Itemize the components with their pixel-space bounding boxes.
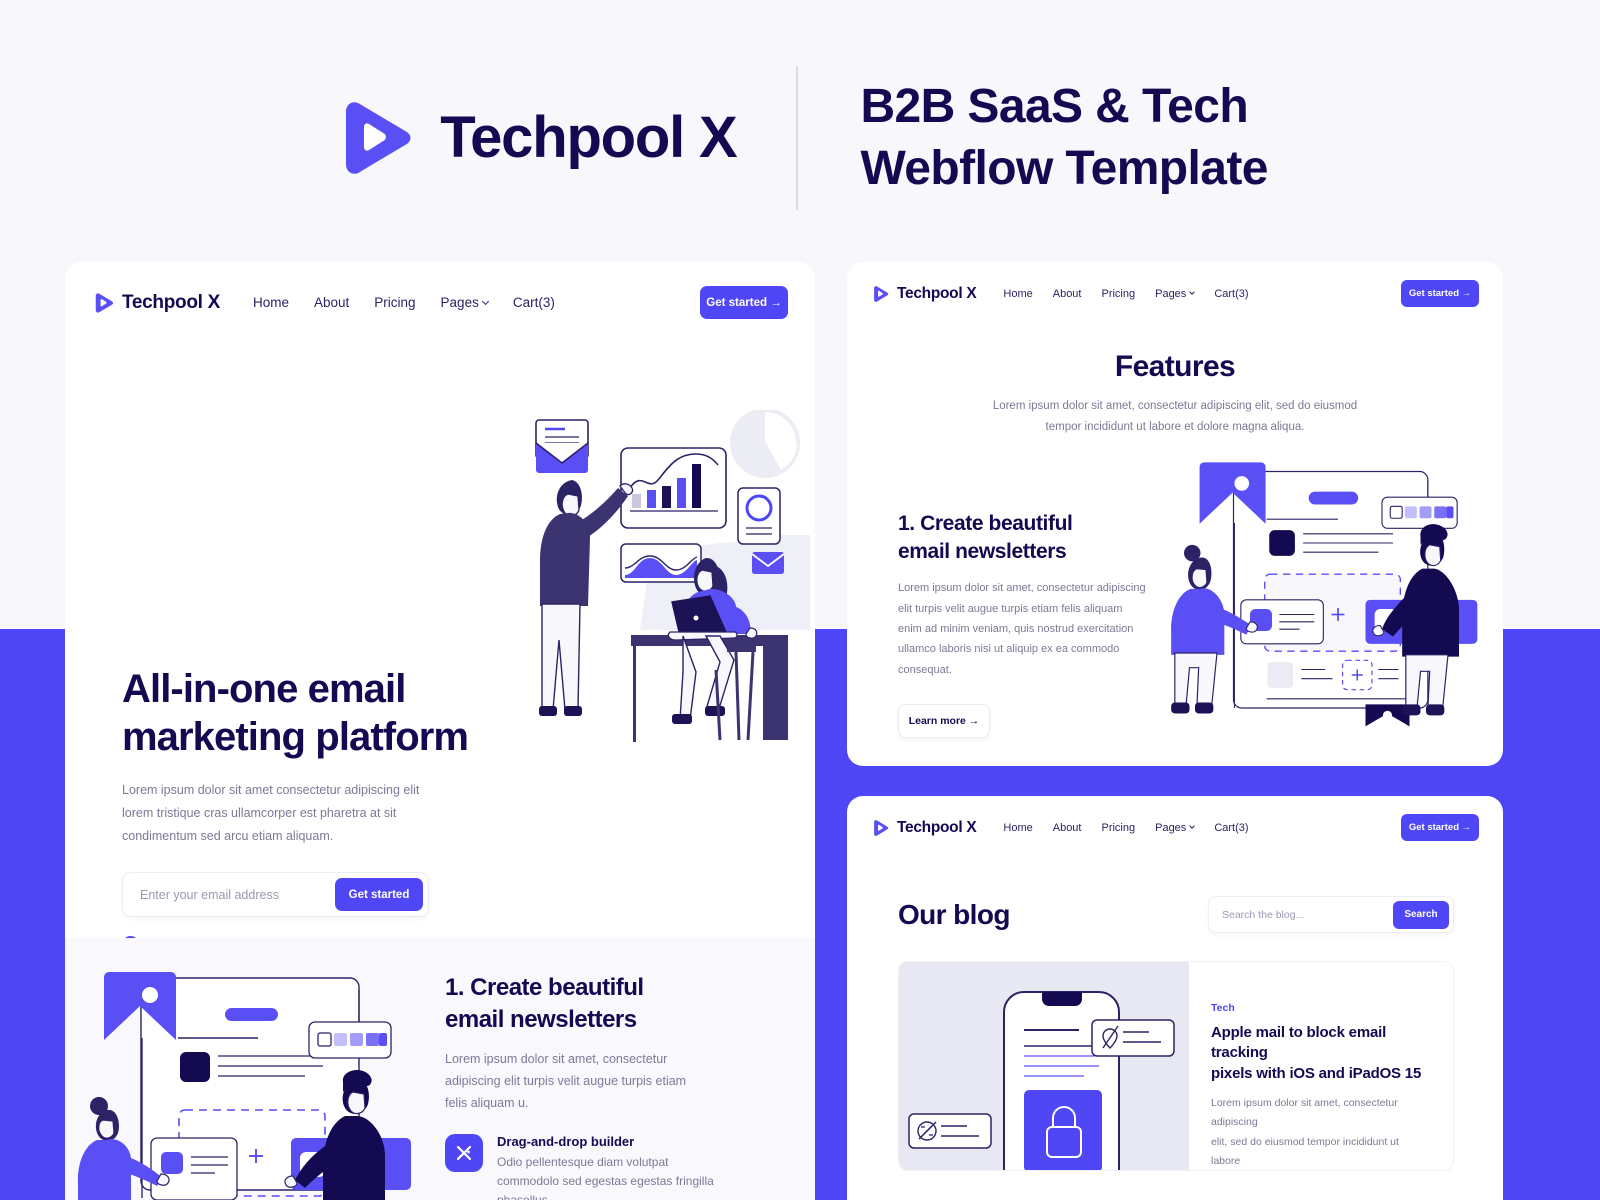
drag-drop-icon	[445, 1134, 483, 1173]
hero-section: All-in-one email marketing platform Lore…	[65, 320, 815, 954]
navbar-brand[interactable]: Techpool X	[871, 284, 977, 303]
get-started-button[interactable]: Get started →	[700, 286, 788, 319]
nav-link-home[interactable]: Home	[253, 295, 289, 310]
features-page-preview-card: Techpool X Home About Pricing Pages Cart…	[847, 262, 1503, 766]
play-triangle-icon	[874, 819, 889, 836]
page-title: B2B SaaS & Tech Webflow Template	[860, 80, 1268, 195]
nav-link-cart[interactable]: Cart(3)	[1214, 822, 1248, 834]
features-detail-heading: 1. Create beautiful email newsletters	[898, 512, 1073, 563]
get-started-button[interactable]: Get started →	[1401, 280, 1479, 307]
play-triangle-icon	[332, 97, 414, 179]
hero-get-started-button[interactable]: Get started	[335, 878, 423, 912]
blog-post-excerpt: Lorem ipsum dolor sit amet, consectetur …	[1211, 1096, 1399, 1168]
nav-link-label: Home	[1003, 821, 1033, 834]
nav-link-label: About	[1052, 821, 1082, 834]
get-started-button[interactable]: Get started →	[1401, 814, 1479, 841]
nav-link-label: Pages	[1155, 287, 1187, 300]
nav-link-about[interactable]: About	[314, 295, 349, 310]
nav-link-label: Cart(3)	[1214, 287, 1249, 300]
feature-item: Drag-and-drop builder Odio pellentesque …	[445, 1134, 755, 1200]
nav-link-label: Pricing	[374, 295, 416, 310]
blog-page-title: Our blog	[898, 898, 1010, 930]
nav-link-cart[interactable]: Cart(3)	[1214, 288, 1248, 300]
chevron-down-icon	[1189, 289, 1196, 295]
header-brand-lockup: Techpool X	[332, 97, 796, 179]
navbar: Techpool X Home About Pricing Pages Cart…	[847, 796, 1503, 841]
nav-link-label: Cart(3)	[512, 295, 555, 310]
nav-link-label: Pricing	[1101, 821, 1136, 834]
blog-post-card[interactable]: Tech Apple mail to block email tracking …	[898, 961, 1454, 1171]
hero-heading: All-in-one email marketing platform	[122, 667, 469, 759]
blog-search-bar: Search	[1208, 896, 1454, 933]
nav-link-label: Pages	[440, 295, 479, 310]
nav-link-about[interactable]: About	[1053, 822, 1082, 834]
features-page-title: Features	[1114, 350, 1236, 383]
navbar-brand-name: Techpool X	[897, 818, 977, 836]
nav-link-pages[interactable]: Pages	[1155, 287, 1196, 300]
lower-feature-section: 1. Create beautiful email newsletters Lo…	[65, 938, 815, 1200]
nav-link-pages[interactable]: Pages	[1155, 821, 1196, 834]
nav-link-home[interactable]: Home	[1003, 822, 1032, 834]
newsletter-builder-illustration	[73, 960, 433, 1200]
header-brand-name: Techpool X	[440, 105, 737, 170]
nav-link-pricing[interactable]: Pricing	[1101, 288, 1135, 300]
learn-more-button[interactable]: Learn more →	[898, 704, 990, 739]
nav-link-label: Pricing	[1101, 287, 1136, 300]
nav-link-pricing[interactable]: Pricing	[374, 295, 415, 310]
email-input[interactable]	[123, 887, 335, 902]
nav-link-home[interactable]: Home	[1003, 288, 1032, 300]
blog-post-text: Tech Apple mail to block email tracking …	[1189, 962, 1453, 1170]
chevron-down-icon	[1189, 823, 1196, 829]
navbar-links: Home About Pricing Pages Cart(3)	[1003, 288, 1248, 300]
nav-link-label: About	[314, 295, 350, 310]
nav-link-pricing[interactable]: Pricing	[1101, 822, 1135, 834]
feature-item-description: Odio pellentesque diam volutpat commodol…	[497, 1155, 714, 1200]
lower-feature-copy: 1. Create beautiful email newsletters Lo…	[445, 972, 755, 1200]
navbar-brand-name: Techpool X	[897, 284, 977, 302]
email-signup-form: Get started	[122, 872, 429, 918]
navbar-links: Home About Pricing Pages Cart(3)	[253, 295, 555, 310]
nav-link-pages[interactable]: Pages	[440, 295, 489, 310]
blog-search-input[interactable]	[1209, 908, 1393, 921]
feature-item-title: Drag-and-drop builder	[497, 1134, 635, 1150]
navbar: Techpool X Home About Pricing Pages Cart…	[65, 262, 815, 319]
newsletter-builder-illustration	[1162, 442, 1492, 732]
feature-item-text: Drag-and-drop builder Odio pellentesque …	[497, 1134, 727, 1200]
features-detail-copy: 1. Create beautiful email newsletters Lo…	[898, 510, 1168, 739]
features-page-subtitle: Lorem ipsum dolor sit amet, consectetur …	[992, 400, 1358, 434]
blog-search-button[interactable]: Search	[1393, 900, 1449, 929]
hero-paragraph: Lorem ipsum dolor sit amet consectetur a…	[122, 783, 420, 844]
blog-header: Our blog Search	[898, 896, 1454, 933]
features-detail-paragraph: Lorem ipsum dolor sit amet, consectetur …	[898, 582, 1146, 676]
navbar-brand[interactable]: Techpool X	[871, 818, 977, 837]
nav-link-cart[interactable]: Cart(3)	[513, 295, 555, 310]
page-header: Techpool X B2B SaaS & Tech Webflow Templ…	[0, 55, 1600, 220]
features-page-header: Features Lorem ipsum dolor sit amet, con…	[847, 350, 1503, 439]
play-triangle-icon	[95, 292, 114, 313]
home-page-preview-card: Techpool X Home About Pricing Pages Cart…	[65, 262, 815, 1200]
navbar-brand[interactable]: Techpool X	[92, 292, 220, 314]
nav-link-label: About	[1052, 287, 1082, 300]
nav-link-label: Home	[252, 295, 289, 310]
nav-link-label: Pages	[1155, 821, 1187, 834]
navbar-links: Home About Pricing Pages Cart(3)	[1003, 822, 1248, 834]
phone-privacy-illustration	[899, 962, 1189, 1170]
nav-link-about[interactable]: About	[1053, 288, 1082, 300]
nav-link-label: Home	[1003, 287, 1033, 300]
navbar: Techpool X Home About Pricing Pages Cart…	[847, 262, 1503, 307]
hero-copy: All-in-one email marketing platform Lore…	[122, 665, 469, 954]
lower-feature-paragraph: Lorem ipsum dolor sit amet, consectetur …	[445, 1051, 687, 1110]
team-analytics-illustration	[520, 408, 810, 755]
navbar-brand-name: Techpool X	[122, 291, 220, 313]
blog-post-category[interactable]: Tech	[1211, 1002, 1431, 1014]
blog-page-preview-card: Techpool X Home About Pricing Pages Cart…	[847, 796, 1503, 1200]
blog-post-title[interactable]: Apple mail to block email tracking pixel…	[1211, 1023, 1431, 1084]
lower-feature-heading: 1. Create beautiful email newsletters	[445, 974, 644, 1033]
play-triangle-icon	[874, 285, 889, 302]
chevron-down-icon	[481, 297, 489, 305]
nav-link-label: Cart(3)	[1214, 821, 1249, 834]
